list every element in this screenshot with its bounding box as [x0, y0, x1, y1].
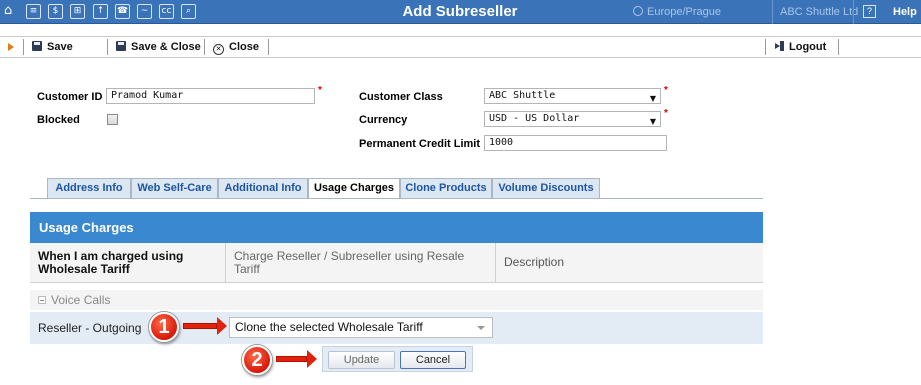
save-label: Save — [47, 41, 73, 53]
tab-additional-info[interactable]: Additional Info — [218, 178, 308, 198]
tab-volume-discounts[interactable]: Volume Discounts — [492, 178, 600, 198]
row-label: Reseller - Outgoing — [38, 321, 142, 335]
save-close-label: Save & Close — [131, 41, 201, 53]
callout-arrow-2 — [276, 350, 317, 368]
company-link[interactable]: ABC Shuttle Ltd — [780, 6, 858, 18]
customer-id-input[interactable]: Pramod Kumar — [106, 88, 315, 104]
tab-usage-charges[interactable]: Usage Charges — [308, 178, 400, 199]
column-header-wholesale: When I am charged using Wholesale Tariff — [30, 243, 226, 283]
currency-select[interactable]: USD - US Dollar ▼ — [484, 111, 661, 127]
help-question-icon[interactable]: ? — [863, 5, 876, 18]
tab-web-self-care[interactable]: Web Self-Care — [131, 178, 218, 198]
toolbar-divider — [268, 39, 269, 55]
close-button[interactable]: ✕ Close — [213, 37, 259, 57]
credit-limit-input[interactable]: 1000 — [484, 135, 667, 151]
customer-id-label: Customer ID — [37, 91, 103, 103]
search-icon[interactable]: ⌕ — [181, 4, 196, 19]
toolbar-divider — [204, 39, 205, 55]
header-divider — [772, 0, 773, 24]
callout-badge-2: 2 — [242, 345, 272, 375]
logout-icon — [775, 41, 785, 51]
chevron-down-icon — [477, 326, 485, 330]
logout-button[interactable]: Logout — [775, 37, 826, 57]
blocked-checkbox[interactable] — [107, 114, 118, 125]
close-icon: ✕ — [213, 44, 224, 55]
toolbar-divider — [107, 39, 108, 55]
phone-icon[interactable]: ☎ — [115, 4, 130, 19]
resale-tariff-value: Clone the selected Wholesale Tariff — [235, 320, 423, 334]
callout-badge-1: 1 — [149, 312, 179, 342]
customer-class-label: Customer Class — [359, 91, 443, 103]
header-divider — [853, 0, 854, 24]
toolbar: Save Save & Close ✕ Close Logout — [0, 36, 921, 58]
help-link[interactable]: Help — [893, 6, 917, 18]
toolbar-divider — [838, 39, 839, 55]
required-marker: * — [318, 85, 322, 96]
tab-underline — [30, 198, 763, 199]
customer-class-select[interactable]: ABC Shuttle ▼ — [484, 88, 661, 104]
toolbar-divider — [765, 39, 766, 55]
column-header-description: Description — [496, 243, 763, 283]
dropdown-arrow-icon: ▼ — [649, 94, 656, 103]
update-button[interactable]: Update — [328, 351, 395, 369]
collapse-icon[interactable] — [38, 296, 46, 304]
page-title: Add Subreseller — [402, 3, 518, 20]
chart-icon[interactable]: ~ — [137, 4, 152, 19]
timezone-label: Europe/Prague — [647, 6, 721, 18]
row-action-bar: Update Cancel — [322, 346, 473, 372]
toolbar-divider — [23, 39, 24, 55]
list-icon[interactable]: ≡ — [26, 4, 41, 19]
save-button[interactable]: Save — [32, 37, 73, 57]
dropdown-arrow-icon: ▼ — [649, 117, 656, 126]
usage-charges-header: Usage Charges — [30, 212, 763, 243]
customer-class-value: ABC Shuttle — [489, 90, 556, 101]
save-icon — [116, 41, 126, 51]
group-label: Voice Calls — [51, 293, 111, 307]
clock-icon — [633, 6, 643, 16]
home-icon[interactable]: ⌂ — [4, 3, 12, 18]
logout-label: Logout — [789, 41, 827, 53]
currency-label: Currency — [359, 114, 408, 126]
close-label: Close — [229, 41, 259, 53]
tab-clone-products[interactable]: Clone Products — [400, 178, 492, 198]
save-icon — [32, 41, 42, 51]
currency-value: USD - US Dollar — [489, 113, 580, 124]
dollar-icon[interactable]: $ — [48, 4, 63, 19]
grid-icon[interactable]: ⊞ — [70, 4, 85, 19]
tab-address-info[interactable]: Address Info — [47, 178, 131, 198]
cancel-button[interactable]: Cancel — [400, 351, 466, 369]
timezone-link[interactable]: Europe/Prague — [633, 6, 721, 18]
voice-calls-group[interactable]: Voice Calls — [30, 290, 763, 310]
required-marker: * — [664, 85, 668, 96]
resale-tariff-select[interactable]: Clone the selected Wholesale Tariff — [229, 317, 493, 338]
app-header: ⌂ ≡ $ ⊞ ↑ ☎ ~ cc ⌕ Add Subreseller Europ… — [0, 0, 921, 24]
credit-limit-label: Permanent Credit Limit — [359, 138, 481, 150]
cc-icon[interactable]: cc — [159, 4, 174, 19]
upload-icon[interactable]: ↑ — [93, 4, 108, 19]
save-close-button[interactable]: Save & Close — [116, 37, 201, 57]
required-marker: * — [664, 108, 668, 119]
column-header-resale: Charge Reseller / Subreseller using Resa… — [226, 243, 496, 283]
expand-arrow-icon[interactable] — [8, 43, 14, 51]
blocked-label: Blocked — [37, 114, 80, 126]
callout-arrow-1 — [183, 317, 227, 335]
